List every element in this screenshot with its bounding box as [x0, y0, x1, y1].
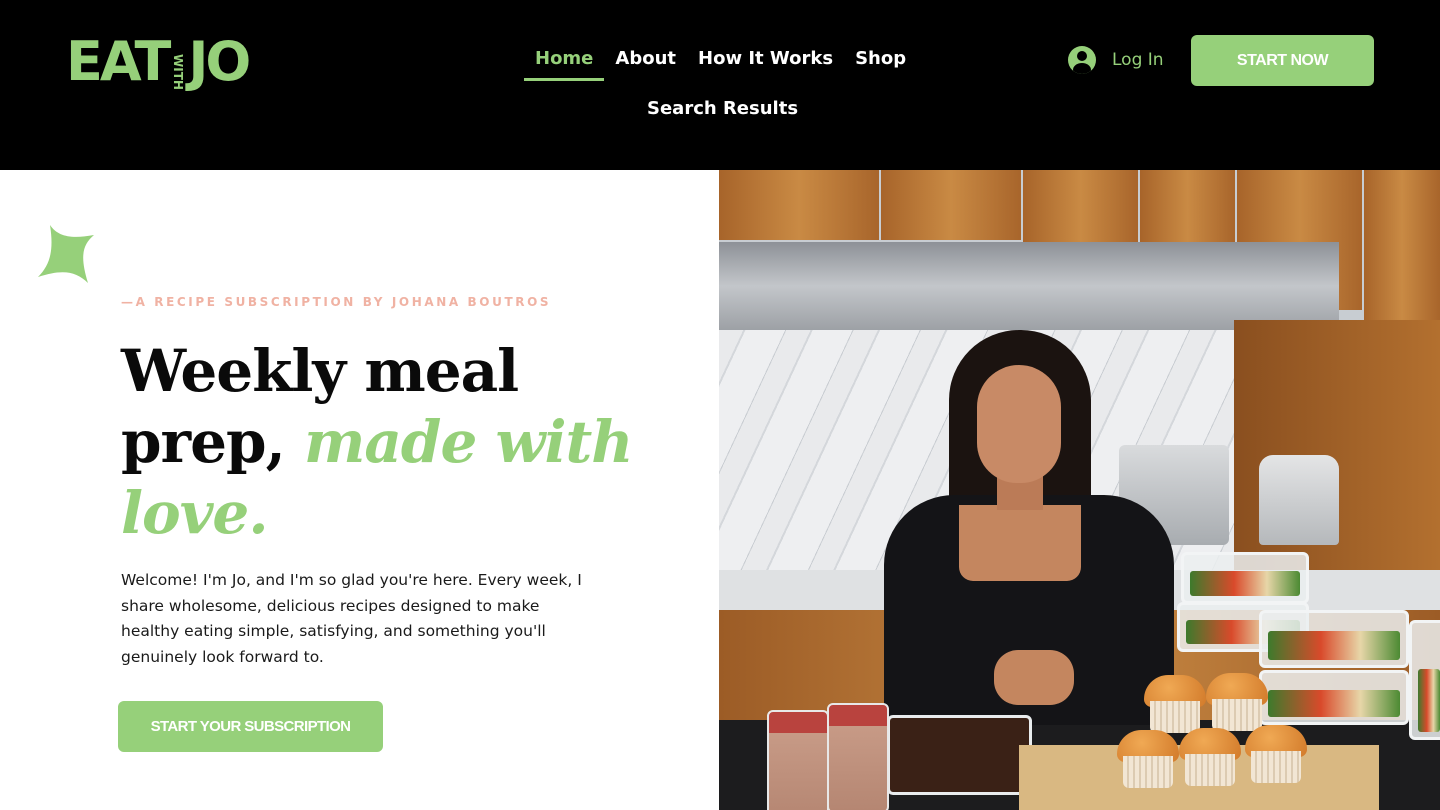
nav-item-home[interactable]: Home: [524, 44, 605, 81]
sparkle-star-icon: [38, 225, 94, 283]
hero-image: [719, 170, 1440, 810]
start-subscription-button[interactable]: START YOUR SUBSCRIPTION: [118, 701, 383, 752]
nav-item-about[interactable]: About: [604, 44, 687, 79]
account-icon: [1068, 46, 1096, 74]
headline-line-1: Weekly meal: [121, 337, 519, 405]
logo-text-with: WITH: [171, 54, 186, 90]
hero-headline: Weekly meal prep, made with love.: [121, 336, 681, 549]
headline-line-2: prep,: [121, 408, 304, 476]
site-logo[interactable]: EAT WITH JO: [66, 30, 251, 93]
logo-text-eat: EAT: [66, 30, 171, 93]
start-now-button[interactable]: START NOW: [1191, 35, 1374, 86]
nav-item-how-it-works[interactable]: How It Works: [687, 44, 844, 79]
login-button[interactable]: Log In: [1068, 46, 1164, 74]
hero-intro: Welcome! I'm Jo, and I'm so glad you're …: [121, 571, 582, 666]
site-header: EAT WITH JO Home About How It Works Shop…: [0, 0, 1440, 170]
nav-item-shop[interactable]: Shop: [844, 44, 917, 79]
nav-item-search-results[interactable]: Search Results: [636, 94, 809, 129]
login-label: Log In: [1112, 50, 1164, 70]
hero-eyebrow: —A RECIPE SUBSCRIPTION BY JOHANA BOUTROS: [121, 295, 552, 309]
logo-text-jo: JO: [188, 30, 251, 93]
main-nav: Home About How It Works Shop Search Resu…: [524, 44, 906, 119]
